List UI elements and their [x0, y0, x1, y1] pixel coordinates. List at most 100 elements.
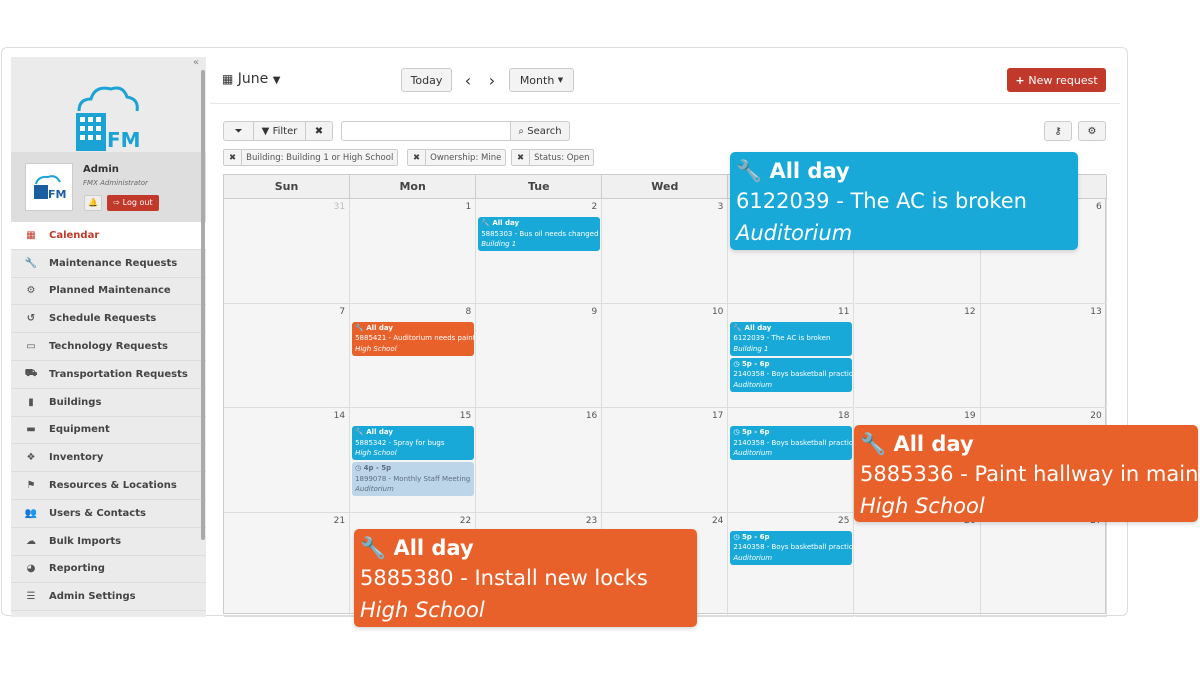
- wrench-icon: 🔧: [736, 159, 770, 183]
- user-role: FMX Administrator: [83, 179, 148, 187]
- day-number: 9: [591, 306, 598, 317]
- sidebar-item-reporting[interactable]: ◕ Reporting: [11, 556, 206, 584]
- event-location: Building 1: [733, 344, 769, 353]
- calendar-event[interactable]: 🔧 All day 5885303 - Bus oil needs changed…: [478, 217, 601, 251]
- today-button[interactable]: Today: [401, 68, 452, 92]
- day-cell[interactable]: 3: [602, 199, 729, 304]
- calendar-event[interactable]: ◷ 5p - 6p 2140358 - Boys basketball pract…: [730, 426, 853, 460]
- sidebar-item-calendar[interactable]: ▦ Calendar: [11, 222, 206, 250]
- event-time-label: 5p - 6p: [741, 359, 770, 368]
- day-cell[interactable]: 7: [224, 303, 351, 408]
- sidebar-item-label: Admin Settings: [49, 591, 136, 603]
- logout-button[interactable]: ⇨ Log out: [107, 195, 159, 211]
- day-number: 19: [964, 411, 976, 421]
- filter-chip-building: ✖ Building: Building 1 or High School: [223, 149, 399, 166]
- month-dropdown[interactable]: ▦ June ▼: [222, 71, 280, 87]
- event-title: 2140358 - Boys basketball practice: [733, 543, 853, 551]
- fmx-logo[interactable]: FMX: [71, 81, 157, 160]
- day-cell[interactable]: 16: [476, 408, 603, 513]
- day-cell[interactable]: 1: [350, 199, 477, 304]
- day-cell[interactable]: 13: [980, 303, 1107, 408]
- sidebar-item-label: Buildings: [49, 396, 102, 408]
- day-cell[interactable]: 8: [350, 303, 477, 408]
- filter-chip-status: ✖ Status: Open: [511, 149, 595, 166]
- day-number: 15: [459, 411, 472, 421]
- settings-button[interactable]: ⚙: [1078, 121, 1106, 141]
- calendar-event[interactable]: ◷ 4p - 5p 1899078 - Monthly Staff Meeting…: [352, 462, 475, 496]
- day-number: 1: [465, 202, 472, 212]
- sidebar-item-label: Bulk Imports: [49, 535, 122, 547]
- day-cell[interactable]: 27: [980, 512, 1107, 617]
- sidebar-item-equipment[interactable]: ▬ Equipment: [11, 417, 206, 445]
- event-time-label: All day: [366, 428, 393, 436]
- event-time: ◷ 5p - 6p: [733, 427, 849, 438]
- day-cell[interactable]: 21: [224, 512, 351, 617]
- sidebar-item-users-contacts[interactable]: 👥 Users & Contacts: [11, 500, 206, 528]
- sidebar-item-bulk-imports[interactable]: ☁ Bulk Imports: [11, 528, 206, 556]
- day-cell[interactable]: 9: [476, 303, 603, 408]
- clear-filters-button[interactable]: ✖: [305, 121, 333, 141]
- search-input[interactable]: [341, 121, 511, 141]
- day-number: 17: [711, 411, 724, 421]
- day-cell[interactable]: 26: [854, 512, 981, 617]
- day-number: 12: [964, 306, 976, 317]
- event-title: 6122039 - The AC is broken: [736, 189, 1027, 213]
- day-number: 18: [838, 411, 850, 421]
- key-button[interactable]: ⚷: [1044, 121, 1072, 141]
- search-button[interactable]: ⌕ Search: [510, 121, 570, 141]
- sidebar-item-label: Resources & Locations: [49, 480, 177, 492]
- event-location: High School: [360, 598, 485, 622]
- calendar-event[interactable]: ◷ 5p - 6p 2140358 - Boys basketball pract…: [730, 357, 853, 392]
- sidebar-item-label: Inventory: [49, 452, 104, 464]
- wrench-icon: 🔧: [355, 428, 367, 436]
- event-callout[interactable]: 🔧 All day 6122039 - The AC is broken Audit…: [730, 152, 1078, 250]
- day-cell[interactable]: 2: [476, 199, 603, 304]
- remove-chip-icon[interactable]: ✖: [224, 150, 243, 165]
- event-callout[interactable]: 🔧 All day 5885336 - Paint hallway in main…: [854, 425, 1198, 522]
- sidebar-item-inventory[interactable]: ❖ Inventory: [11, 444, 206, 473]
- prev-button[interactable]: ‹: [459, 70, 477, 90]
- day-cell[interactable]: 12: [854, 303, 981, 408]
- weekday-header: Mon: [350, 175, 477, 199]
- day-cell[interactable]: 31: [224, 199, 351, 304]
- event-time: ◷ 5p - 6p: [733, 359, 849, 370]
- day-cell[interactable]: 25: [728, 512, 855, 617]
- event-time-label: All day: [366, 323, 393, 332]
- sidebar-item-maintenance-requests[interactable]: 🔧 Maintenance Requests: [11, 250, 206, 278]
- remove-chip-icon[interactable]: ✖: [408, 150, 427, 165]
- sidebar-item-planned-maintenance[interactable]: ⚙ Planned Maintenance: [11, 278, 206, 306]
- filter-button[interactable]: ▼ Filter: [253, 121, 306, 141]
- day-cell[interactable]: 15: [350, 408, 477, 513]
- sidebar-item-buildings[interactable]: ▮ Buildings: [11, 389, 206, 417]
- calendar-event[interactable]: ◷ 5p - 6p 2140358 - Boys basketball pract…: [730, 530, 853, 565]
- sidebar-scrollbar[interactable]: [201, 70, 205, 540]
- sidebar-item-transportation-requests[interactable]: ⛟ Transportation Requests: [11, 361, 206, 389]
- day-cell[interactable]: 14: [224, 408, 351, 513]
- event-location: Auditorium: [733, 553, 773, 562]
- svg-text:FMX: FMX: [107, 128, 141, 152]
- new-request-button[interactable]: + New request: [1007, 68, 1106, 92]
- sidebar-item-technology-requests[interactable]: ▭ Technology Requests: [11, 333, 206, 361]
- double-chevron-left-icon[interactable]: «: [193, 57, 199, 68]
- day-cell[interactable]: 10: [602, 303, 729, 408]
- sidebar-item-resources-locations[interactable]: ⚑ Resources & Locations: [11, 472, 206, 500]
- sidebar-item-admin-settings[interactable]: ☰ Admin Settings: [11, 583, 206, 612]
- filter-presets-button[interactable]: ⏷: [223, 121, 254, 141]
- next-button[interactable]: ›: [483, 70, 501, 90]
- day-number: 25: [838, 515, 850, 526]
- view-dropdown[interactable]: Month ▼: [509, 68, 574, 92]
- day-cell[interactable]: 11: [728, 303, 855, 408]
- event-location: Auditorium: [355, 485, 394, 493]
- sidebar-item-label: Schedule Requests: [49, 313, 157, 325]
- day-cell[interactable]: 18: [728, 408, 855, 513]
- calendar-event[interactable]: 🔧 All day 5885421 - Auditorium needs pain…: [352, 321, 475, 356]
- event-callout[interactable]: 🔧 All day 5885380 - Install new locks High…: [354, 529, 697, 627]
- remove-chip-icon[interactable]: ✖: [512, 150, 531, 165]
- day-cell[interactable]: 17: [602, 408, 729, 513]
- sidebar-item-label: Maintenance Requests: [49, 257, 178, 269]
- calendar-event[interactable]: 🔧 All day 5885342 - Spray for bugs High Sc…: [352, 426, 475, 460]
- flag-icon: ⚑: [26, 480, 36, 492]
- sidebar-item-schedule-requests[interactable]: ↺ Schedule Requests: [11, 305, 206, 334]
- calendar-event[interactable]: 🔧 All day 6122039 - The AC is broken Build…: [730, 321, 853, 356]
- notifications-button[interactable]: 🔔: [84, 195, 102, 211]
